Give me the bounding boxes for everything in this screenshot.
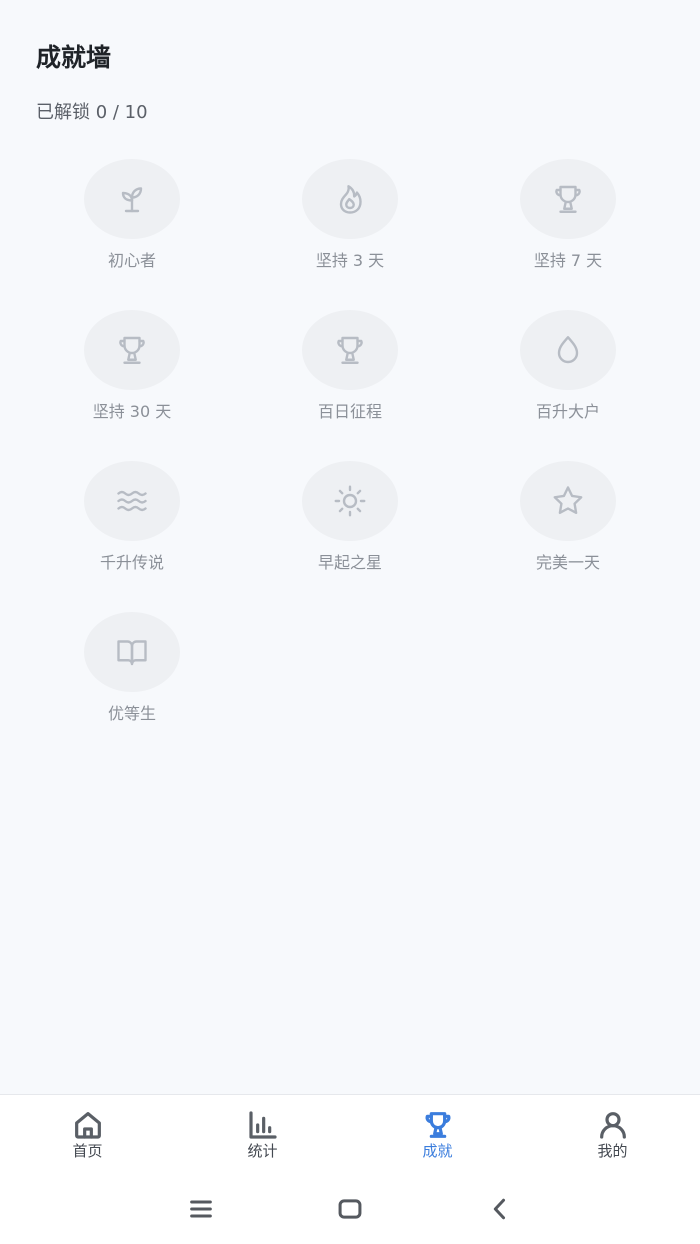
- badge-icon-circle: [520, 159, 616, 239]
- trophy-icon: [425, 1112, 450, 1138]
- waves-icon: [117, 490, 147, 512]
- badge-icon-circle: [520, 461, 616, 541]
- system-home-button[interactable]: [330, 1194, 370, 1224]
- badge-icon-circle: [302, 461, 398, 541]
- achievement-badge[interactable]: 初心者: [23, 159, 241, 310]
- achievement-badge[interactable]: 坚持 30 天: [23, 310, 241, 461]
- page-title: 成就墙: [36, 43, 112, 72]
- badge-label: 百日征程: [317, 402, 382, 421]
- badge-label: 优等生: [107, 704, 156, 723]
- user-icon: [599, 1112, 626, 1139]
- back-icon: [493, 1198, 506, 1220]
- tab-label: 我的: [597, 1142, 628, 1160]
- home-icon: [74, 1112, 101, 1139]
- achievement-badge[interactable]: 百升大户: [459, 310, 677, 461]
- badge-label: 坚持 30 天: [92, 402, 172, 421]
- trophy-icon: [555, 185, 581, 213]
- achievements-screen: 成就墙 已解锁 0 / 10 初心者 坚持 3 天 坚持 7 天 坚持 30 天…: [0, 0, 700, 1244]
- tab-home[interactable]: 首页: [0, 1095, 175, 1173]
- system-back-button[interactable]: [480, 1194, 520, 1224]
- badge-label: 完美一天: [535, 553, 600, 572]
- badge-label: 早起之星: [317, 553, 382, 572]
- sprout-icon: [121, 187, 143, 213]
- badge-icon-circle: [302, 310, 398, 390]
- tab-stats[interactable]: 统计: [175, 1095, 350, 1173]
- trophy-icon: [337, 336, 363, 364]
- badge-icon-circle: [84, 310, 180, 390]
- badge-label: 百升大户: [535, 402, 600, 421]
- tab-profile[interactable]: 我的: [525, 1095, 700, 1173]
- achievement-badge[interactable]: 坚持 3 天: [241, 159, 459, 310]
- bottom-tab-bar: 首页 统计 成就 我的: [0, 1094, 700, 1173]
- achievement-badge[interactable]: 完美一天: [459, 461, 677, 612]
- achievement-grid: 初心者 坚持 3 天 坚持 7 天 坚持 30 天 百日征程 百升大户 千升传说…: [23, 159, 677, 763]
- system-navigation-bar: [0, 1172, 700, 1244]
- bar-chart-icon: [248, 1111, 277, 1139]
- badge-icon-circle: [520, 310, 616, 390]
- badge-label: 初心者: [107, 251, 156, 270]
- droplet-icon: [557, 336, 579, 364]
- badge-label: 坚持 3 天: [315, 251, 385, 270]
- badge-icon-circle: [84, 461, 180, 541]
- badge-icon-circle: [302, 159, 398, 239]
- unlock-progress-text: 已解锁 0 / 10: [36, 102, 148, 123]
- achievement-badge[interactable]: 优等生: [23, 612, 241, 763]
- achievement-badge[interactable]: 千升传说: [23, 461, 241, 612]
- tab-achievements[interactable]: 成就: [350, 1095, 525, 1173]
- tab-label: 成就: [422, 1142, 453, 1160]
- book-icon: [117, 640, 147, 666]
- recent-apps-button[interactable]: [181, 1194, 221, 1224]
- flame-icon: [339, 185, 362, 214]
- star-icon: [553, 486, 583, 515]
- tab-label: 首页: [72, 1142, 103, 1160]
- achievement-badge[interactable]: 早起之星: [241, 461, 459, 612]
- badge-icon-circle: [84, 612, 180, 692]
- badge-label: 千升传说: [99, 553, 164, 572]
- achievement-badge[interactable]: 百日征程: [241, 310, 459, 461]
- home-square-icon: [338, 1199, 362, 1219]
- badge-label: 坚持 7 天: [533, 251, 603, 270]
- menu-icon: [190, 1200, 212, 1218]
- sun-icon: [334, 485, 366, 517]
- badge-icon-circle: [84, 159, 180, 239]
- trophy-icon: [119, 336, 145, 364]
- tab-label: 统计: [247, 1142, 278, 1160]
- achievement-badge[interactable]: 坚持 7 天: [459, 159, 677, 310]
